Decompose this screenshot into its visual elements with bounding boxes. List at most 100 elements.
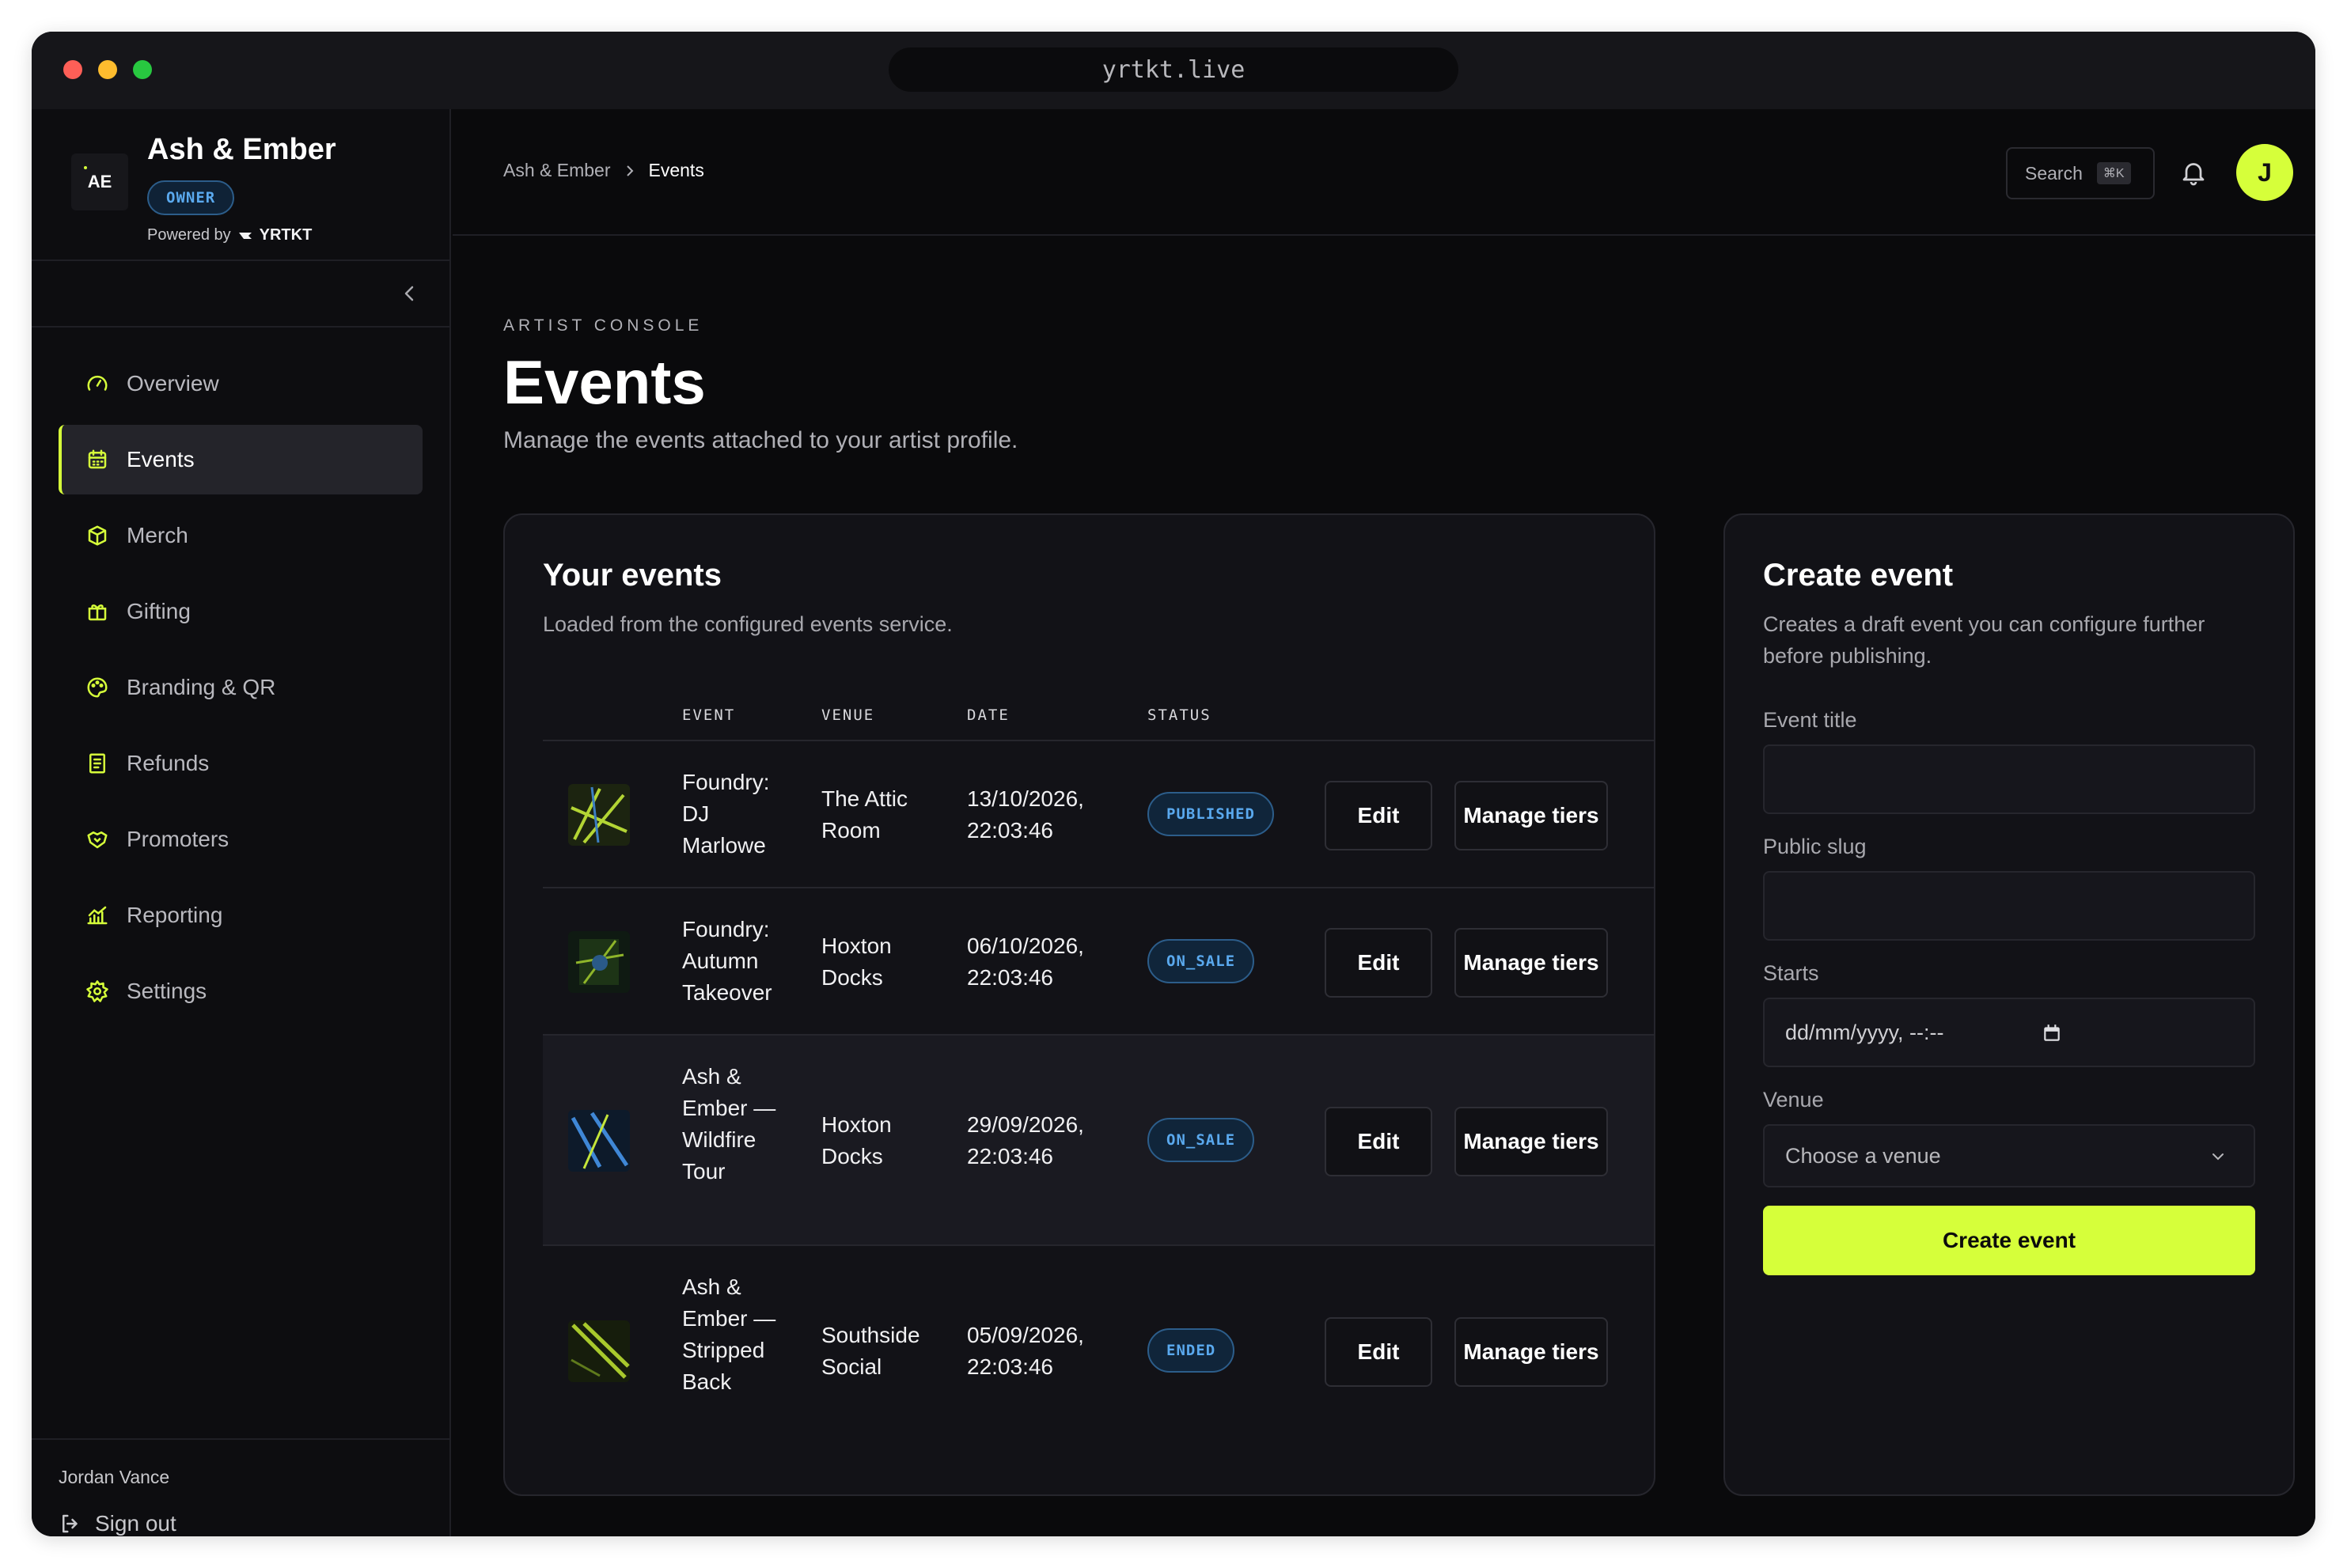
status-badge: ENDED [1147,1328,1235,1373]
sidebar-item-label: Gifting [127,599,191,623]
sign-out-button[interactable]: Sign out [59,1511,176,1536]
close-window-button[interactable] [63,60,82,79]
breadcrumb: Ash & Ember Events [503,160,704,181]
events-card-subtitle: Loaded from the configured events servic… [543,612,953,636]
venue-label: Venue [1763,1088,1824,1112]
events-card-title: Your events [543,558,722,593]
receipt-icon [85,752,109,775]
sidebar-item-events[interactable]: Events [59,425,423,494]
top-bar: Ash & Ember Events Search ⌘K J [453,109,2315,236]
user-name: Jordan Vance [59,1467,170,1487]
event-title-input[interactable] [1763,744,2255,814]
gauge-icon [85,372,109,396]
table-row[interactable]: Foundry: DJ Marlowe The Attic Room 13/10… [543,741,1654,888]
manage-tiers-button[interactable]: Manage tiers [1454,781,1608,850]
sidebar-item-gifting[interactable]: Gifting [59,577,423,646]
events-card: Your events Loaded from the configured e… [503,513,1655,1496]
manage-tiers-button[interactable]: Manage tiers [1454,1317,1608,1387]
event-date: 29/09/2026, 22:03:46 [967,1112,1084,1168]
column-header-date: DATE [967,706,1010,724]
event-thumbnail [568,784,630,846]
edit-button[interactable]: Edit [1325,928,1432,998]
column-header-event: EVENT [682,706,736,724]
search-button[interactable]: Search ⌘K [2006,147,2155,199]
sidebar-item-label: Promoters [127,827,229,851]
create-event-title: Create event [1763,558,1954,593]
table-row[interactable]: Ash & Ember — Wildfire Tour Hoxton Docks… [543,1036,1654,1246]
sidebar-item-merch[interactable]: Merch [59,501,423,570]
event-name: Foundry: DJ Marlowe [682,770,770,858]
browser-window: yrtkt.live AE Ash & Ember OWNER Powered … [32,32,2315,1536]
manage-tiers-button[interactable]: Manage tiers [1454,928,1608,998]
edit-button[interactable]: Edit [1325,1107,1432,1176]
event-date: 06/10/2026, 22:03:46 [967,934,1084,990]
status-badge: PUBLISHED [1147,792,1274,836]
powered-by: Powered by YRTKT [147,226,313,244]
event-name: Ash & Ember — Wildfire Tour [682,1064,776,1184]
page-eyebrow: ARTIST CONSOLE [503,316,703,335]
venue-select[interactable]: Choose a venue [1763,1124,2255,1187]
sidebar-item-reporting[interactable]: Reporting [59,881,423,950]
minimize-window-button[interactable] [98,60,117,79]
column-header-status: STATUS [1147,706,1211,724]
sidebar-item-label: Events [127,447,195,472]
event-date: 13/10/2026, 22:03:46 [967,786,1084,843]
public-slug-input[interactable] [1763,871,2255,941]
yrtkt-logo-icon [238,232,252,239]
event-name: Foundry: Autumn Takeover [682,917,772,1005]
sidebar-item-label: Refunds [127,751,210,775]
column-header-venue: VENUE [821,706,875,724]
role-badge: OWNER [147,180,235,215]
starts-datetime-input[interactable]: dd/mm/yyyy, --:-- [1763,998,2255,1067]
collapse-sidebar-button[interactable] [397,282,421,305]
box-icon [85,524,109,547]
create-event-button[interactable]: Create event [1763,1206,2255,1275]
create-event-card: Create event Creates a draft event you c… [1723,513,2295,1496]
event-thumbnail [568,1320,630,1382]
url-bar[interactable]: yrtkt.live [889,47,1458,92]
bell-icon[interactable] [2179,158,2208,187]
breadcrumb-link[interactable]: Ash & Ember [503,160,611,181]
page-title: Events [503,347,706,417]
event-name: Ash & Ember — Stripped Back [682,1274,776,1394]
brand-logo: AE [71,153,128,210]
event-venue: Southside Social [821,1323,920,1379]
table-row[interactable]: Ash & Ember — Stripped Back Southside So… [543,1246,1654,1456]
table-row[interactable]: Foundry: Autumn Takeover Hoxton Docks 06… [543,888,1654,1036]
brand-name: Ash & Ember [147,133,336,166]
palette-icon [85,676,109,699]
sidebar: AE Ash & Ember OWNER Powered by YRTKT Ov… [32,109,451,1536]
sidebar-item-label: Branding & QR [127,675,276,699]
create-event-subtitle: Creates a draft event you can configure … [1763,612,2205,668]
event-thumbnail [568,1110,630,1172]
sidebar-item-settings[interactable]: Settings [59,956,423,1026]
maximize-window-button[interactable] [133,60,152,79]
chevron-left-icon [404,286,414,301]
calendar-icon [85,448,109,472]
sidebar-item-refunds[interactable]: Refunds [59,729,423,798]
table-header: EVENT VENUE DATE STATUS [543,697,1654,741]
handshake-icon [85,828,109,851]
event-date: 05/09/2026, 22:03:46 [967,1323,1084,1379]
sidebar-item-overview[interactable]: Overview [59,349,423,419]
sidebar-item-label: Merch [127,523,188,547]
gift-icon [85,600,109,623]
title-bar: yrtkt.live [32,32,2315,109]
sidebar-item-label: Reporting [127,903,223,927]
gear-icon [85,979,109,1003]
sign-out-icon [63,1514,78,1533]
calendar-icon [2044,1025,2060,1041]
status-badge: ON_SALE [1147,939,1255,983]
manage-tiers-button[interactable]: Manage tiers [1454,1107,1608,1176]
public-slug-label: Public slug [1763,835,1867,858]
avatar[interactable]: J [2236,144,2293,201]
sidebar-item-branding-qr[interactable]: Branding & QR [59,653,423,722]
search-shortcut: ⌘K [2096,162,2131,184]
bar-chart-icon [85,903,109,927]
status-badge: ON_SALE [1147,1118,1255,1162]
edit-button[interactable]: Edit [1325,1317,1432,1387]
brand-header: AE Ash & Ember OWNER Powered by YRTKT [32,109,451,261]
edit-button[interactable]: Edit [1325,781,1432,850]
sidebar-item-promoters[interactable]: Promoters [59,805,423,874]
main-content: Ash & Ember Events Search ⌘K J ARTIST CO… [453,109,2315,1536]
